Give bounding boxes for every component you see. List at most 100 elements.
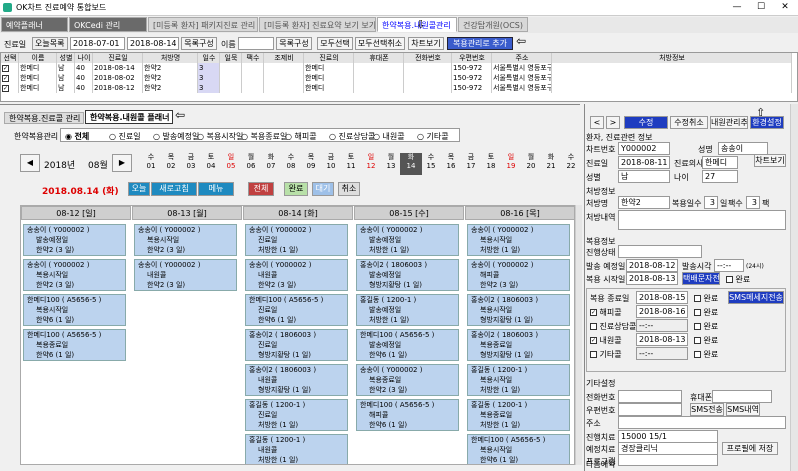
next-button[interactable]: > <box>606 116 620 129</box>
delivery-sms-button[interactable]: 택배문자전송 <box>682 272 720 285</box>
schedule-card[interactable]: 송송이 ( Y000002 ) 발송예정일 한약2 (3 일) <box>23 224 126 256</box>
schedule-card[interactable]: 송송이 ( Y000002 ) 복용시작일 처방한 (1 일) <box>467 224 570 256</box>
tab-herbal-mgmt[interactable]: 한약복용.진료콜 관리 <box>4 112 84 124</box>
tab-ocs[interactable]: 건강탑개원(OCS) <box>458 17 528 32</box>
calendar-day[interactable]: 수 22 <box>560 153 582 175</box>
progress-select[interactable] <box>618 245 702 258</box>
select-all-button[interactable]: 모두선택 <box>317 37 353 50</box>
calendar-day[interactable]: 화 21 <box>540 153 562 175</box>
sms-message-button[interactable]: SMS메세지전송 <box>728 291 784 304</box>
name-input[interactable] <box>238 37 274 50</box>
row-checkbox[interactable]: ✓ <box>2 84 9 92</box>
rx-field[interactable]: 한약2 <box>618 196 670 209</box>
chart-no-field[interactable]: Y000002 <box>618 142 670 155</box>
tab-planner[interactable]: 예약플래너 <box>1 17 68 32</box>
calendar-day[interactable]: 목 09 <box>300 153 322 175</box>
start-done-checkbox[interactable]: 완료 <box>726 274 750 285</box>
calendar-day[interactable]: 월 20 <box>520 153 542 175</box>
schedule-card[interactable]: 송송이 ( Y000002 ) 해피콜 한약2 (3 일) <box>467 259 570 291</box>
mobile-field[interactable] <box>712 390 772 403</box>
add-visit-button[interactable]: 내원관리추가 <box>710 116 748 129</box>
add-herbal-button[interactable]: 복용관리로 추가 <box>447 37 513 50</box>
calendar-day[interactable]: 토 11 <box>340 153 362 175</box>
tab-summary[interactable]: [미등록 환자] 진료요약 보기 보기 <box>259 17 376 32</box>
happy-date-field[interactable]: 2018-08-16 <box>636 305 688 318</box>
schedule-card[interactable]: 송송이 ( Y000002 ) 복용시작일 한약2 (3 일) <box>134 224 237 256</box>
schedule-card[interactable]: 홍길동 ( 1200-1 ) 내원콜 처방한 (1 일) <box>245 434 348 464</box>
deselect-all-button[interactable]: 모두선택취소 <box>355 37 405 50</box>
calendar-day[interactable]: 일 05 <box>220 153 242 175</box>
table-row[interactable]: ✓ 한메디 남 40 2018-08-14 한약2 3 한메디 150-972 서울특별시 영등포… <box>1 63 792 73</box>
filter-radio[interactable]: ○ 진료상담콜 <box>329 131 375 142</box>
filter-radio[interactable]: ○ 복용종료일 <box>241 131 287 142</box>
calendar-day[interactable]: 목 02 <box>160 153 182 175</box>
zip-field[interactable] <box>618 403 682 416</box>
start-date-field[interactable]: 2018-08-13 <box>626 272 678 285</box>
schedule-card[interactable]: 송송이 ( Y000002 ) 복용종료일 한약2 (3 일) <box>356 364 459 396</box>
calendar-day[interactable]: 수 15 <box>420 153 442 175</box>
happy-done-checkbox[interactable]: 완료 <box>694 307 718 318</box>
filter-radio[interactable]: ○ 발송예정일 <box>153 131 199 142</box>
maximize-button[interactable]: ☐ <box>754 1 768 13</box>
tab-visit-planner[interactable]: 한약복용.내원콜 플래너 <box>85 110 173 124</box>
happy-call-checkbox[interactable]: ✓ 해피콜 <box>590 307 622 318</box>
consult-date-field[interactable]: --:-- <box>636 319 688 332</box>
consult-done-checkbox[interactable]: 완료 <box>694 321 718 332</box>
schedule-card[interactable]: 송송이 ( Y000002 ) 발송예정일 처방한 (1 일) <box>356 224 459 256</box>
visit-field[interactable]: 2018-08-11 <box>618 156 670 169</box>
prev-button[interactable]: < <box>590 116 604 129</box>
calendar-day[interactable]: 월 13 <box>380 153 402 175</box>
chart-view-button-2[interactable]: 차트보기 <box>754 154 786 167</box>
schedule-card[interactable]: 송송이 ( Y000002 ) 내원콜 한약2 (3 일) <box>134 259 237 291</box>
end-date-field[interactable]: 2018-08-15 <box>636 291 688 304</box>
calendar-day[interactable]: 수 08 <box>280 153 302 175</box>
date-to[interactable]: 2018-08-14 <box>127 37 179 50</box>
schedule-card[interactable]: 한메디100 ( A5656-5 ) 복용종료일 한약6 (1 일) <box>23 329 126 361</box>
cancel-edit-button[interactable]: 수정취소 <box>670 116 708 129</box>
calendar-day[interactable]: 금 17 <box>460 153 482 175</box>
schedule-card[interactable]: 홍송이2 ( 1806003 ) 복용종료일 형방지황탕 (1 일) <box>467 329 570 361</box>
packs-field[interactable]: 3 <box>746 196 760 209</box>
visit-call-date-field[interactable]: 2018-08-13 <box>636 333 688 346</box>
save-profile-button[interactable]: 프로필에 저장 <box>722 442 778 455</box>
table-row[interactable]: ✓ 한메디 남 40 2018-08-12 한약2 3 한메디 150-972 서울특별시 영등포… <box>1 83 792 93</box>
filter-radio[interactable]: ○ 해피콜 <box>285 131 317 142</box>
schedule-card[interactable]: 홍송이2 ( 1806003 ) 복용시작일 형방지황탕 (1 일) <box>467 294 570 326</box>
schedule-card[interactable]: 홍길동 ( 1200-1 ) 발송예정일 처방한 (1 일) <box>356 294 459 326</box>
filter-radio[interactable]: ○ 내원콜 <box>373 131 405 142</box>
schedule-card[interactable]: 한메디100 ( A5656-5 ) 해피콜 한약6 (1 일) <box>356 399 459 431</box>
compose-button[interactable]: 목록구성 <box>181 37 217 50</box>
schedule-card[interactable]: 홍송이2 ( 1806003 ) 진료일 형방지황탕 (1 일) <box>245 329 348 361</box>
tab-okcedi[interactable]: OKCedi 관리 <box>69 17 147 32</box>
tab-package[interactable]: [미등록 환자] 패키지진료 관리 보기 <box>148 17 258 32</box>
filter-radio[interactable]: ○ 진료일 <box>109 131 141 142</box>
schedule-card[interactable]: 한메디100 ( A5656-5 ) 복용시작일 한약6 (1 일) <box>23 294 126 326</box>
filter-radio[interactable]: ○ 기타콜 <box>417 131 449 142</box>
calendar-day[interactable]: 수 01 <box>140 153 162 175</box>
filter-done-button[interactable]: 완료 <box>284 182 308 196</box>
visit-call-checkbox[interactable]: ✓ 내원콜 <box>590 335 622 346</box>
schedule-card[interactable]: 송송이 ( Y000002 ) 복용시작일 한약2 (3 일) <box>23 259 126 291</box>
schedule-card[interactable]: 홍송이2 ( 1806003 ) 내원콜 형방지황탕 (1 일) <box>245 364 348 396</box>
schedule-card[interactable]: 송송이 ( Y000002 ) 내원콜 한약2 (3 일) <box>245 259 348 291</box>
schedule-card[interactable]: 한메디100 ( A5656-5 ) 진료일 한약6 (1 일) <box>245 294 348 326</box>
calendar-day[interactable]: 금 03 <box>180 153 202 175</box>
filter-wait-button[interactable]: 대기 <box>312 182 334 196</box>
row-checkbox[interactable]: ✓ <box>2 64 9 72</box>
calendar-day[interactable]: 화 14 <box>400 153 422 175</box>
program-field[interactable] <box>618 454 718 466</box>
calendar-day[interactable]: 일 19 <box>500 153 522 175</box>
menu-button[interactable]: 메뉴 <box>198 182 234 196</box>
schedule-card[interactable]: 홍길동 ( 1200-1 ) 복용종료일 처방한 (1 일) <box>467 399 570 431</box>
schedule-card[interactable]: 한메디100 ( A5656-5 ) 복용시작일 한약6 (1 일) <box>467 434 570 464</box>
schedule-card[interactable]: 홍길동 ( 1200-1 ) 복용시작일 처방한 (1 일) <box>467 364 570 396</box>
etc-date-field[interactable]: --:-- <box>636 347 688 360</box>
calendar-day[interactable]: 목 16 <box>440 153 462 175</box>
send-date-field[interactable]: 2018-08-12 <box>626 259 678 272</box>
edit-button[interactable]: 수정 <box>624 116 668 129</box>
dose-days-field[interactable]: 3 <box>704 196 718 209</box>
end-done-checkbox[interactable]: 완료 <box>694 293 718 304</box>
calendar-day[interactable]: 일 12 <box>360 153 382 175</box>
etc-call-checkbox[interactable]: 기타콜 <box>590 349 622 360</box>
next-month-button[interactable]: ▶ <box>112 154 132 172</box>
